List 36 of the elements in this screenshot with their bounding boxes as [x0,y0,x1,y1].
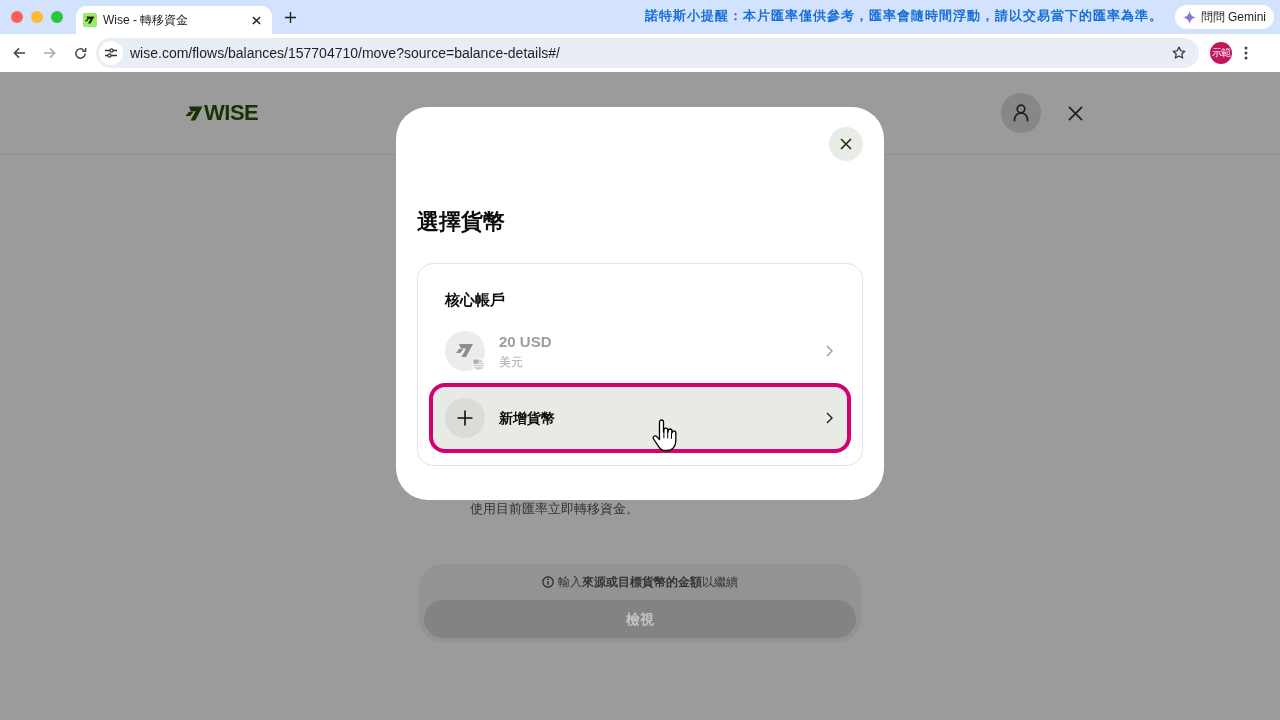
browser-tab[interactable]: Wise - 轉移資金 [76,6,272,34]
close-icon [251,15,261,25]
wise-logo[interactable]: WISE [185,102,259,124]
forward-arrow-icon [42,47,56,59]
sparkle-icon [1182,10,1196,24]
wise-favicon-icon [83,13,97,27]
account-avatar-icon[interactable] [1001,93,1041,133]
logo-flag-icon [185,105,203,121]
plus-icon [284,11,296,23]
description-text: 使用目前匯率立即轉移資金。 [469,501,640,517]
info-icon [542,576,554,588]
site-info-icon[interactable] [99,41,123,65]
dialog-title: 選擇貨幣 [417,209,506,235]
hand-cursor-icon [652,419,677,452]
star-icon [1172,46,1186,60]
chevron-right-icon [826,412,833,424]
close-icon [1067,105,1083,121]
close-icon [840,138,852,150]
notice-text: 諾特斯小提醒：本片匯率僅供參考，匯率會隨時間浮動，請以交易當下的匯率為準。 [644,6,1163,25]
currency-avatar-icon [445,331,485,371]
hint-text: 輸入來源或目標貨幣的金額以繼續 [558,574,738,591]
gemini-button[interactable]: 問問 Gemini [1174,5,1274,29]
chevron-right-icon [826,345,833,357]
dialog-close-button[interactable] [829,127,863,161]
address-field[interactable]: wise.com/flows/balances/157704710/move?source=balance-details#/ [96,38,1199,68]
bookmark-button[interactable] [1171,45,1187,61]
section-title: 核心帳戶 [443,290,506,310]
close-button[interactable] [1065,103,1085,123]
back-button[interactable] [11,45,27,61]
plus-icon [445,398,485,438]
profile-avatar[interactable]: 示範 [1210,42,1232,64]
back-arrow-icon [12,47,26,59]
more-vertical-icon [1244,46,1248,60]
reload-button[interactable] [72,45,88,61]
reload-icon [73,46,87,60]
menu-button[interactable] [1242,45,1250,61]
